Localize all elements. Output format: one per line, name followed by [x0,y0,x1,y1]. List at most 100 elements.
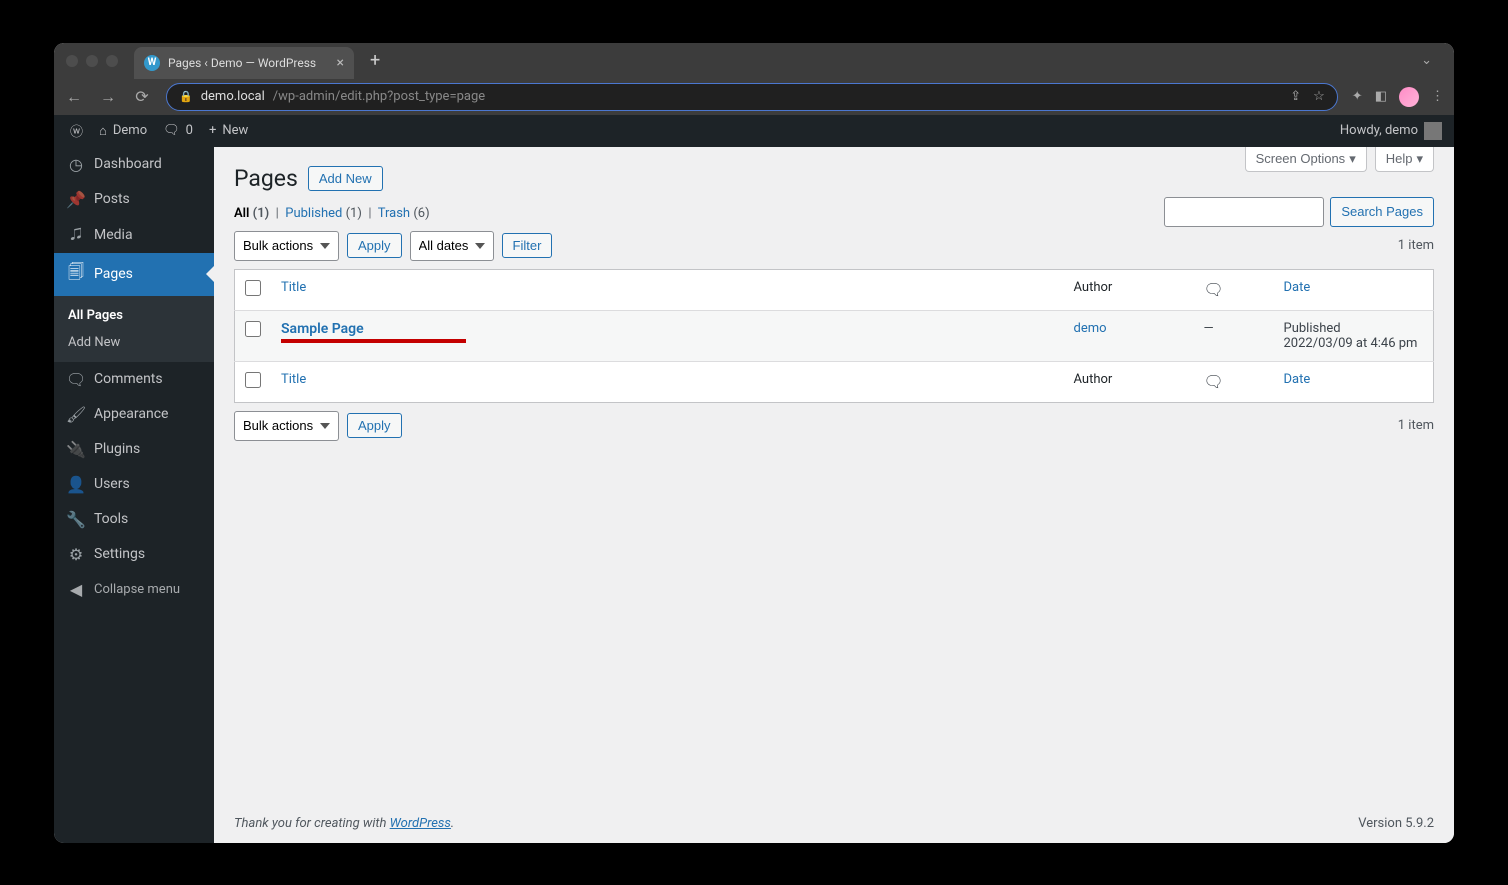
sidebar-item-label: Settings [94,546,145,562]
bulk-actions-select-bottom[interactable]: Bulk actions [234,411,339,441]
chevron-down-icon: ▾ [1416,151,1423,167]
tab-overflow-icon[interactable]: ⌄ [1411,53,1442,68]
annotation-underline [281,339,466,343]
filter-button[interactable]: Filter [502,233,553,258]
menu-icon[interactable]: ⋮ [1431,89,1444,104]
comments-link[interactable]: 🗨0 [155,115,201,147]
sidebar-item-settings[interactable]: ⚙ Settings [54,537,214,572]
apply-bulk-button-bottom[interactable]: Apply [347,413,402,438]
site-name-link[interactable]: ⌂ Demo [91,115,155,147]
sidebar-item-dashboard[interactable]: ◷Dashboard [54,147,214,182]
filter-trash[interactable]: Trash [378,206,410,221]
submenu-all-pages[interactable]: All Pages [54,302,214,329]
browser-tab[interactable]: W Pages ‹ Demo — WordPress × [134,47,354,79]
new-content-link[interactable]: + New [201,115,256,147]
page-title: Pages [234,165,298,192]
user-avatar [1424,122,1442,140]
date-filter-select[interactable]: All dates [410,231,494,261]
maximize-window-button[interactable] [106,55,118,67]
reload-button[interactable]: ⟳ [132,87,152,106]
item-count-bottom: 1 item [1398,418,1434,433]
col-author-foot: Author [1064,361,1194,402]
back-button[interactable]: ← [64,87,84,107]
sidebar-item-tools[interactable]: 🔧Tools [54,502,214,537]
browser-titlebar: W Pages ‹ Demo — WordPress × + ⌄ [54,43,1454,79]
wordpress-app: ⓦ ⌂ Demo 🗨0 + New Howdy, demo ◷Dashboard 📌… [54,115,1454,843]
comments-column-icon: 🗨 [1204,372,1224,391]
filter-published[interactable]: Published [285,206,342,221]
row-checkbox[interactable] [245,321,261,337]
site-name-label: Demo [113,123,147,138]
sidebar-item-comments[interactable]: 🗨 Comments [54,362,214,397]
browser-toolbar: ← → ⟳ 🔒 demo.local/wp-admin/edit.php?pos… [54,79,1454,115]
pin-icon: 📌 [66,190,86,209]
chevron-down-icon: ▾ [1349,151,1356,167]
address-bar[interactable]: 🔒 demo.local/wp-admin/edit.php?post_type… [166,83,1338,111]
extension-icons: ✦ ◧ ⋮ [1352,87,1444,107]
comment-icon: 🗨 [66,370,86,389]
tab-title: Pages ‹ Demo — WordPress [168,56,316,70]
search-pages-input[interactable] [1164,197,1324,227]
account-menu[interactable]: Howdy, demo [1340,122,1446,140]
new-label: New [222,123,248,138]
apply-bulk-button[interactable]: Apply [347,233,402,258]
wordpress-link[interactable]: WordPress [390,816,451,831]
bulk-actions-select[interactable]: Bulk actions [234,231,339,261]
add-new-button[interactable]: Add New [308,166,383,191]
url-host: demo.local [201,89,265,104]
sidebar-item-label: Pages [94,266,133,282]
select-all-checkbox[interactable] [245,280,261,296]
screen-meta-links: Screen Options ▾ Help ▾ [1245,147,1434,172]
extensions-icon[interactable]: ✦ [1352,89,1363,104]
screen-options-label: Screen Options [1256,151,1346,166]
filter-all[interactable]: All (1) [234,206,269,221]
sidebar-item-appearance[interactable]: 🖌Appearance [54,397,214,432]
sidebar-item-posts[interactable]: 📌Posts [54,182,214,217]
row-author-link[interactable]: demo [1074,321,1107,336]
row-date: Published 2022/03/09 at 4:46 pm [1274,310,1434,361]
main-content: Screen Options ▾ Help ▾ Pages Add New Se… [214,147,1454,843]
close-window-button[interactable] [66,55,78,67]
comment-icon: 🗨 [163,123,180,138]
collapse-icon: ◀ [66,580,86,599]
url-path: /wp-admin/edit.php?post_type=page [273,89,485,104]
col-date-foot[interactable]: Date [1284,372,1311,387]
close-tab-icon[interactable]: × [337,55,344,71]
sidebar-item-pages[interactable]: 🗐 Pages [54,253,214,296]
sidebar-item-users[interactable]: 👤Users [54,467,214,502]
table-row: Sample Page demo — Published 2022/03/09 … [235,310,1434,361]
share-icon[interactable]: ⇪ [1290,89,1301,104]
col-title[interactable]: Title [281,280,306,295]
forward-button[interactable]: → [98,87,118,107]
screen-options-button[interactable]: Screen Options ▾ [1245,147,1367,172]
sidebar-item-label: Plugins [94,441,140,457]
col-title-foot[interactable]: Title [281,372,306,387]
sidebar-item-plugins[interactable]: 🔌 Plugins [54,432,214,467]
sliders-icon: ⚙ [66,545,86,564]
sidebar-item-label: Users [94,476,130,492]
wp-logo-menu[interactable]: ⓦ [62,115,91,147]
help-button[interactable]: Help ▾ [1375,147,1434,172]
browser-chrome: W Pages ‹ Demo — WordPress × + ⌄ ← → ⟳ 🔒… [54,43,1454,115]
col-date[interactable]: Date [1284,280,1311,295]
sidebar-item-label: Comments [94,371,163,387]
select-all-checkbox-bottom[interactable] [245,372,261,388]
sidebar-item-media[interactable]: 🎜Media [54,217,214,253]
plus-icon: + [209,123,216,138]
sidebar-item-label: Dashboard [94,156,162,172]
collapse-menu-button[interactable]: ◀Collapse menu [54,572,214,607]
row-title-link[interactable]: Sample Page [281,321,364,337]
search-pages-button[interactable]: Search Pages [1330,197,1434,227]
submenu-add-new[interactable]: Add New [54,329,214,356]
page-icon: 🗐 [66,261,86,288]
wordpress-favicon: W [144,55,160,71]
item-count-top: 1 item [1398,238,1434,253]
comments-column-icon: 🗨 [1204,280,1224,299]
profile-avatar[interactable] [1399,87,1419,107]
bookmark-icon[interactable]: ☆ [1313,89,1325,104]
new-tab-button[interactable]: + [362,50,388,71]
panel-icon[interactable]: ◧ [1375,89,1387,104]
plug-icon: 🔌 [66,440,86,459]
home-icon: ⌂ [99,123,107,139]
minimize-window-button[interactable] [86,55,98,67]
